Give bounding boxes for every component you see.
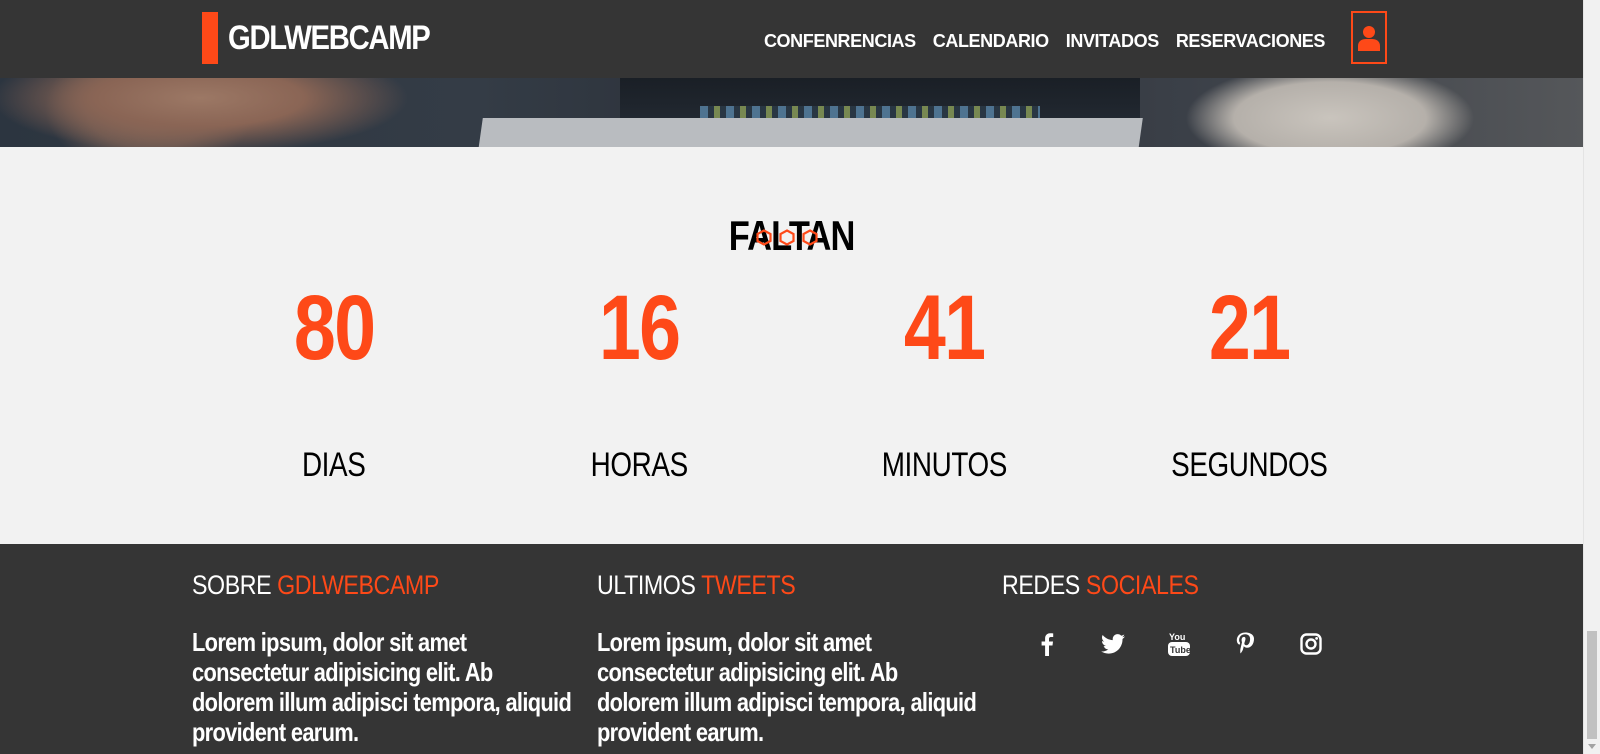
- site-header: GDLWEBCAMP CONFENRENCIAS CALENDARIO INVI…: [0, 0, 1583, 78]
- counter-days: 80 DIAS: [184, 282, 484, 485]
- hero-arm-shape: [0, 78, 500, 147]
- counter-minutes: 41 MINUTOS: [794, 282, 1094, 485]
- vertical-scrollbar[interactable]: [1583, 0, 1600, 754]
- svg-text:You: You: [1169, 632, 1185, 642]
- instagram-icon: [1300, 633, 1322, 655]
- hexagon-icon: [802, 229, 818, 246]
- counter-hours: 16 HORAS: [489, 282, 789, 485]
- footer-tweets: ULTIMOS TWEETS Lorem ipsum, dolor sit am…: [597, 570, 992, 747]
- countdown-section: FALTAN 80 DIAS 16 HORAS 41 MINUTOS 21 SE…: [0, 147, 1583, 544]
- user-button[interactable]: [1351, 11, 1387, 64]
- footer-tweets-text: Lorem ipsum, dolor sit amet consectetur …: [597, 627, 977, 747]
- nav-item-calendario[interactable]: CALENDARIO: [933, 31, 1049, 52]
- scrollbar-thumb[interactable]: [1587, 631, 1597, 739]
- site-footer: SOBRE GDLWEBCAMP Lorem ipsum, dolor sit …: [0, 544, 1583, 754]
- footer-social-heading: REDES SOCIALES: [1002, 570, 1199, 600]
- scroll-down-icon[interactable]: [1588, 744, 1596, 749]
- hero-image: [0, 78, 1583, 147]
- youtube-link[interactable]: You Tube: [1146, 626, 1212, 662]
- counter-value: 80: [293, 277, 376, 379]
- hexagon-icon: [756, 229, 772, 246]
- nav-item-conferencias[interactable]: CONFENRENCIAS: [764, 31, 916, 52]
- counter-value: 21: [1208, 277, 1291, 379]
- logo[interactable]: GDLWEBCAMP: [202, 12, 462, 64]
- user-icon: [1358, 25, 1380, 51]
- counter-seconds: 21 SEGUNDOS: [1099, 282, 1399, 485]
- counter-label: SEGUNDOS: [1170, 446, 1328, 484]
- pinterest-icon: [1236, 632, 1254, 654]
- counter-label: DIAS: [302, 446, 366, 484]
- pinterest-link[interactable]: [1212, 626, 1278, 662]
- facebook-link[interactable]: [1014, 626, 1080, 662]
- counter-value: 16: [598, 277, 681, 379]
- hexagon-divider: [756, 229, 818, 246]
- svg-text:Tube: Tube: [1170, 645, 1191, 655]
- counter-label: MINUTOS: [881, 446, 1007, 484]
- footer-about-heading: SOBRE GDLWEBCAMP: [192, 570, 439, 600]
- logo-text: GDLWEBCAMP: [228, 18, 431, 57]
- instagram-link[interactable]: [1278, 626, 1344, 662]
- logo-bar: [202, 12, 218, 64]
- twitter-link[interactable]: [1080, 626, 1146, 662]
- facebook-icon: [1041, 633, 1054, 656]
- youtube-icon: You Tube: [1168, 632, 1191, 656]
- page: GDLWEBCAMP CONFENRENCIAS CALENDARIO INVI…: [0, 0, 1600, 754]
- hexagon-icon: [779, 229, 795, 246]
- footer-tweets-heading: ULTIMOS TWEETS: [597, 570, 796, 600]
- social-links: You Tube: [1014, 626, 1397, 662]
- nav-item-invitados[interactable]: INVITADOS: [1066, 31, 1159, 52]
- footer-about: SOBRE GDLWEBCAMP Lorem ipsum, dolor sit …: [192, 570, 587, 747]
- hero-laptop-keyboard: [477, 118, 1143, 147]
- counter-label: HORAS: [590, 446, 688, 484]
- main-nav: CONFENRENCIAS CALENDARIO INVITADOS RESER…: [764, 31, 1325, 52]
- nav-item-reservaciones[interactable]: RESERVACIONES: [1176, 31, 1326, 52]
- twitter-icon: [1101, 634, 1125, 654]
- footer-social: REDES SOCIALES You Tube: [1002, 570, 1397, 662]
- footer-about-text: Lorem ipsum, dolor sit amet consectetur …: [192, 627, 572, 747]
- counter-value: 41: [903, 277, 986, 379]
